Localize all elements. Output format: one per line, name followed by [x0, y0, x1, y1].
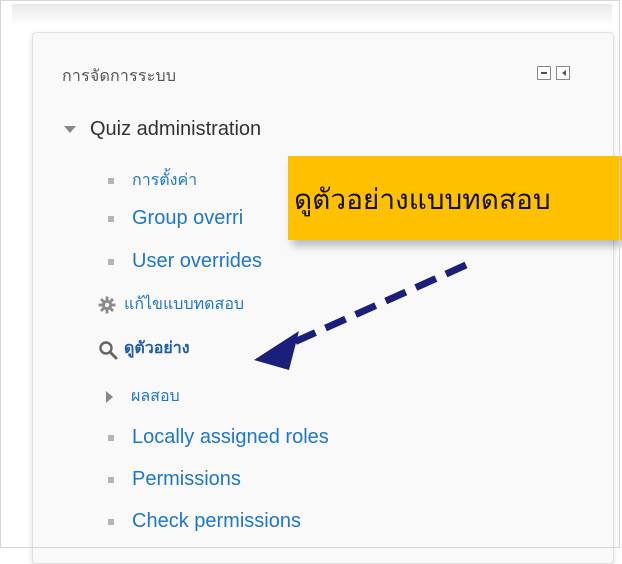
annotation-arrow	[254, 261, 468, 370]
